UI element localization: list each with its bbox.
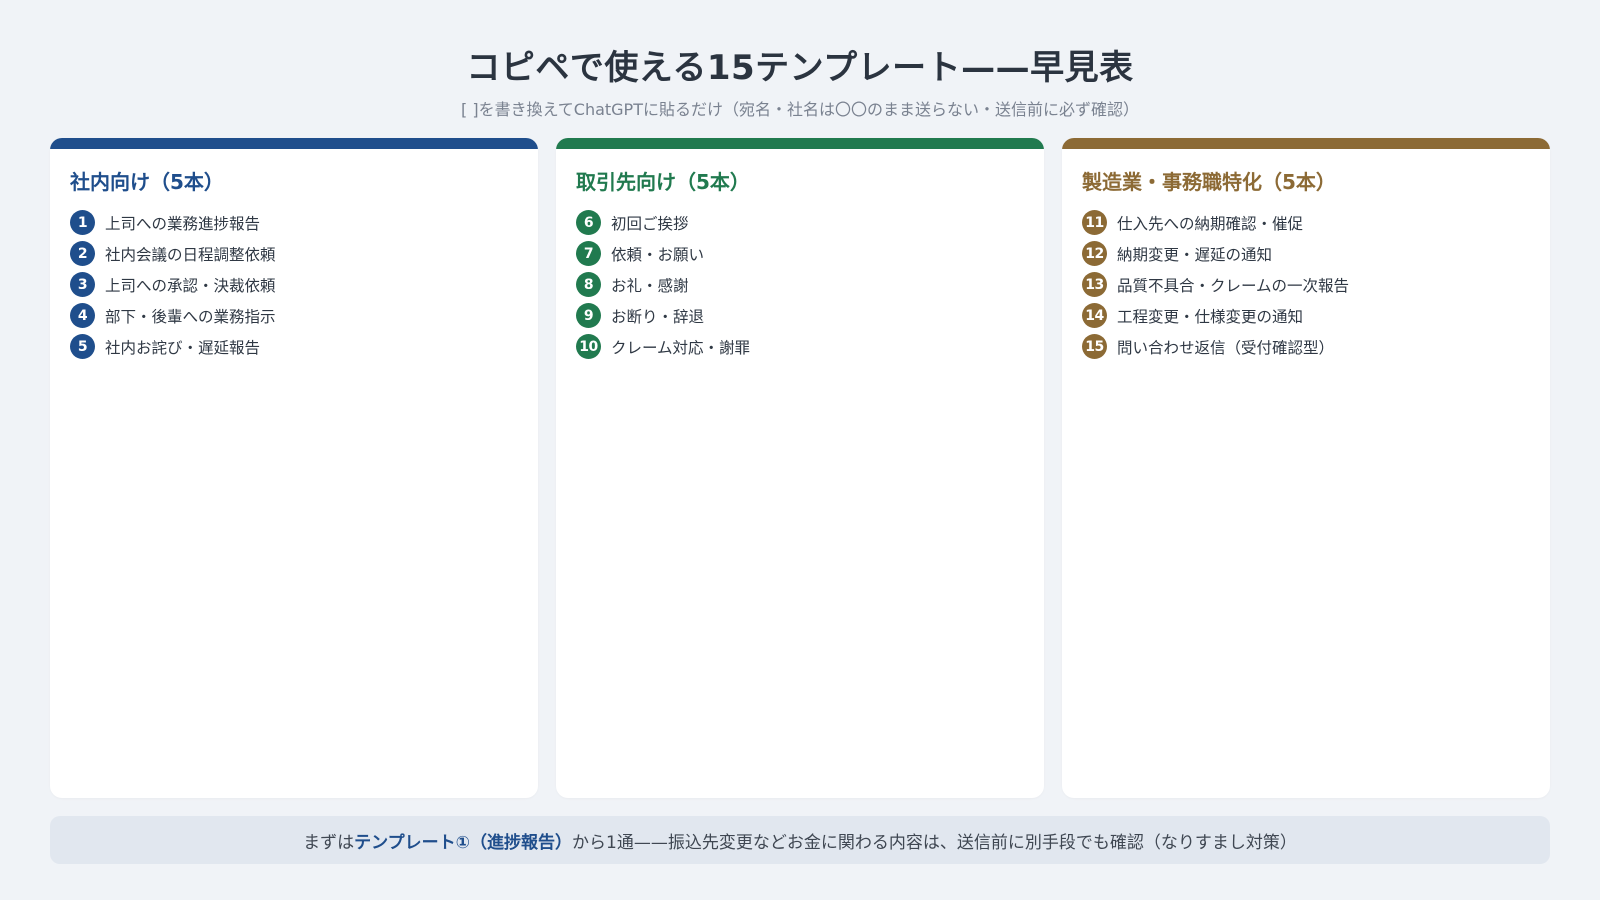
template-label: 品質不具合・クレームの一次報告 bbox=[1117, 276, 1350, 295]
list-item: 1 上司への業務進捗報告 bbox=[70, 207, 538, 238]
template-label: お断り・辞退 bbox=[611, 307, 705, 326]
card-title: 社内向け（5本） bbox=[70, 170, 224, 194]
footer-highlight: テンプレート①（進捗報告） bbox=[354, 832, 573, 853]
card-accent-bar bbox=[50, 138, 538, 149]
number-badge: 15 bbox=[1082, 334, 1107, 359]
template-label: 依頼・お願い bbox=[611, 245, 705, 264]
template-label: 仕入先への納期確認・催促 bbox=[1117, 214, 1304, 233]
list-item: 3 上司への承認・決裁依頼 bbox=[70, 269, 538, 300]
number-badge: 6 bbox=[576, 210, 601, 235]
list-item: 2 社内会議の日程調整依頼 bbox=[70, 238, 538, 269]
list-item: 8 お礼・感謝 bbox=[576, 269, 1044, 300]
card-title: 取引先向け（5本） bbox=[576, 170, 750, 194]
list-item: 15 問い合わせ返信（受付確認型） bbox=[1082, 331, 1550, 362]
list-item: 9 お断り・辞退 bbox=[576, 300, 1044, 331]
card-accent-bar bbox=[1062, 138, 1550, 149]
number-badge: 8 bbox=[576, 272, 601, 297]
number-badge: 13 bbox=[1082, 272, 1107, 297]
footer-prefix: まずは bbox=[303, 832, 355, 853]
number-badge: 7 bbox=[576, 241, 601, 266]
number-badge: 12 bbox=[1082, 241, 1107, 266]
number-badge: 14 bbox=[1082, 303, 1107, 328]
footer-callout: まずは テンプレート①（進捗報告） から1通——振込先変更などお金に関わる内容は… bbox=[50, 816, 1550, 864]
list-item: 13 品質不具合・クレームの一次報告 bbox=[1082, 269, 1550, 300]
page-subtitle: [ ]を書き換えてChatGPTに貼るだけ（宛名・社名は〇〇のまま送らない・送信… bbox=[461, 100, 1139, 119]
number-badge: 3 bbox=[70, 272, 95, 297]
template-list: 1 上司への業務進捗報告 2 社内会議の日程調整依頼 3 上司への承認・決裁依頼… bbox=[70, 207, 538, 362]
template-label: お礼・感謝 bbox=[611, 276, 689, 295]
number-badge: 4 bbox=[70, 303, 95, 328]
template-label: クレーム対応・謝罪 bbox=[611, 338, 751, 357]
template-label: 部下・後輩への業務指示 bbox=[105, 307, 276, 326]
list-item: 11 仕入先への納期確認・催促 bbox=[1082, 207, 1550, 238]
list-item: 14 工程変更・仕様変更の通知 bbox=[1082, 300, 1550, 331]
page: コピペで使える15テンプレート——早見表 [ ]を書き換えてChatGPTに貼る… bbox=[0, 0, 1600, 900]
list-item: 7 依頼・お願い bbox=[576, 238, 1044, 269]
number-badge: 1 bbox=[70, 210, 95, 235]
template-label: 初回ご挨拶 bbox=[611, 214, 689, 233]
template-label: 上司への承認・決裁依頼 bbox=[105, 276, 276, 295]
template-list: 6 初回ご挨拶 7 依頼・お願い 8 お礼・感謝 9 お断り・辞退 10 クレー… bbox=[576, 207, 1044, 362]
card-title: 製造業・事務職特化（5本） bbox=[1082, 170, 1336, 194]
template-label: 問い合わせ返信（受付確認型） bbox=[1117, 338, 1335, 357]
card-manufacturing: 製造業・事務職特化（5本） 11 仕入先への納期確認・催促 12 納期変更・遅延… bbox=[1062, 138, 1550, 798]
template-label: 社内会議の日程調整依頼 bbox=[105, 245, 276, 264]
template-label: 社内お詫び・遅延報告 bbox=[105, 338, 261, 357]
card-client: 取引先向け（5本） 6 初回ご挨拶 7 依頼・お願い 8 お礼・感謝 9 お断り… bbox=[556, 138, 1044, 798]
template-list: 11 仕入先への納期確認・催促 12 納期変更・遅延の通知 13 品質不具合・ク… bbox=[1082, 207, 1550, 362]
number-badge: 5 bbox=[70, 334, 95, 359]
list-item: 4 部下・後輩への業務指示 bbox=[70, 300, 538, 331]
page-title: コピペで使える15テンプレート——早見表 bbox=[466, 48, 1134, 88]
card-internal: 社内向け（5本） 1 上司への業務進捗報告 2 社内会議の日程調整依頼 3 上司… bbox=[50, 138, 538, 798]
number-badge: 9 bbox=[576, 303, 601, 328]
template-label: 上司への業務進捗報告 bbox=[105, 214, 261, 233]
list-item: 10 クレーム対応・謝罪 bbox=[576, 331, 1044, 362]
number-badge: 2 bbox=[70, 241, 95, 266]
card-accent-bar bbox=[556, 138, 1044, 149]
template-label: 納期変更・遅延の通知 bbox=[1117, 245, 1273, 264]
number-badge: 10 bbox=[576, 334, 601, 359]
number-badge: 11 bbox=[1082, 210, 1107, 235]
template-label: 工程変更・仕様変更の通知 bbox=[1117, 307, 1304, 326]
list-item: 5 社内お詫び・遅延報告 bbox=[70, 331, 538, 362]
footer-suffix: から1通——振込先変更などお金に関わる内容は、送信前に別手段でも確認（なりすまし… bbox=[572, 832, 1297, 853]
list-item: 12 納期変更・遅延の通知 bbox=[1082, 238, 1550, 269]
list-item: 6 初回ご挨拶 bbox=[576, 207, 1044, 238]
